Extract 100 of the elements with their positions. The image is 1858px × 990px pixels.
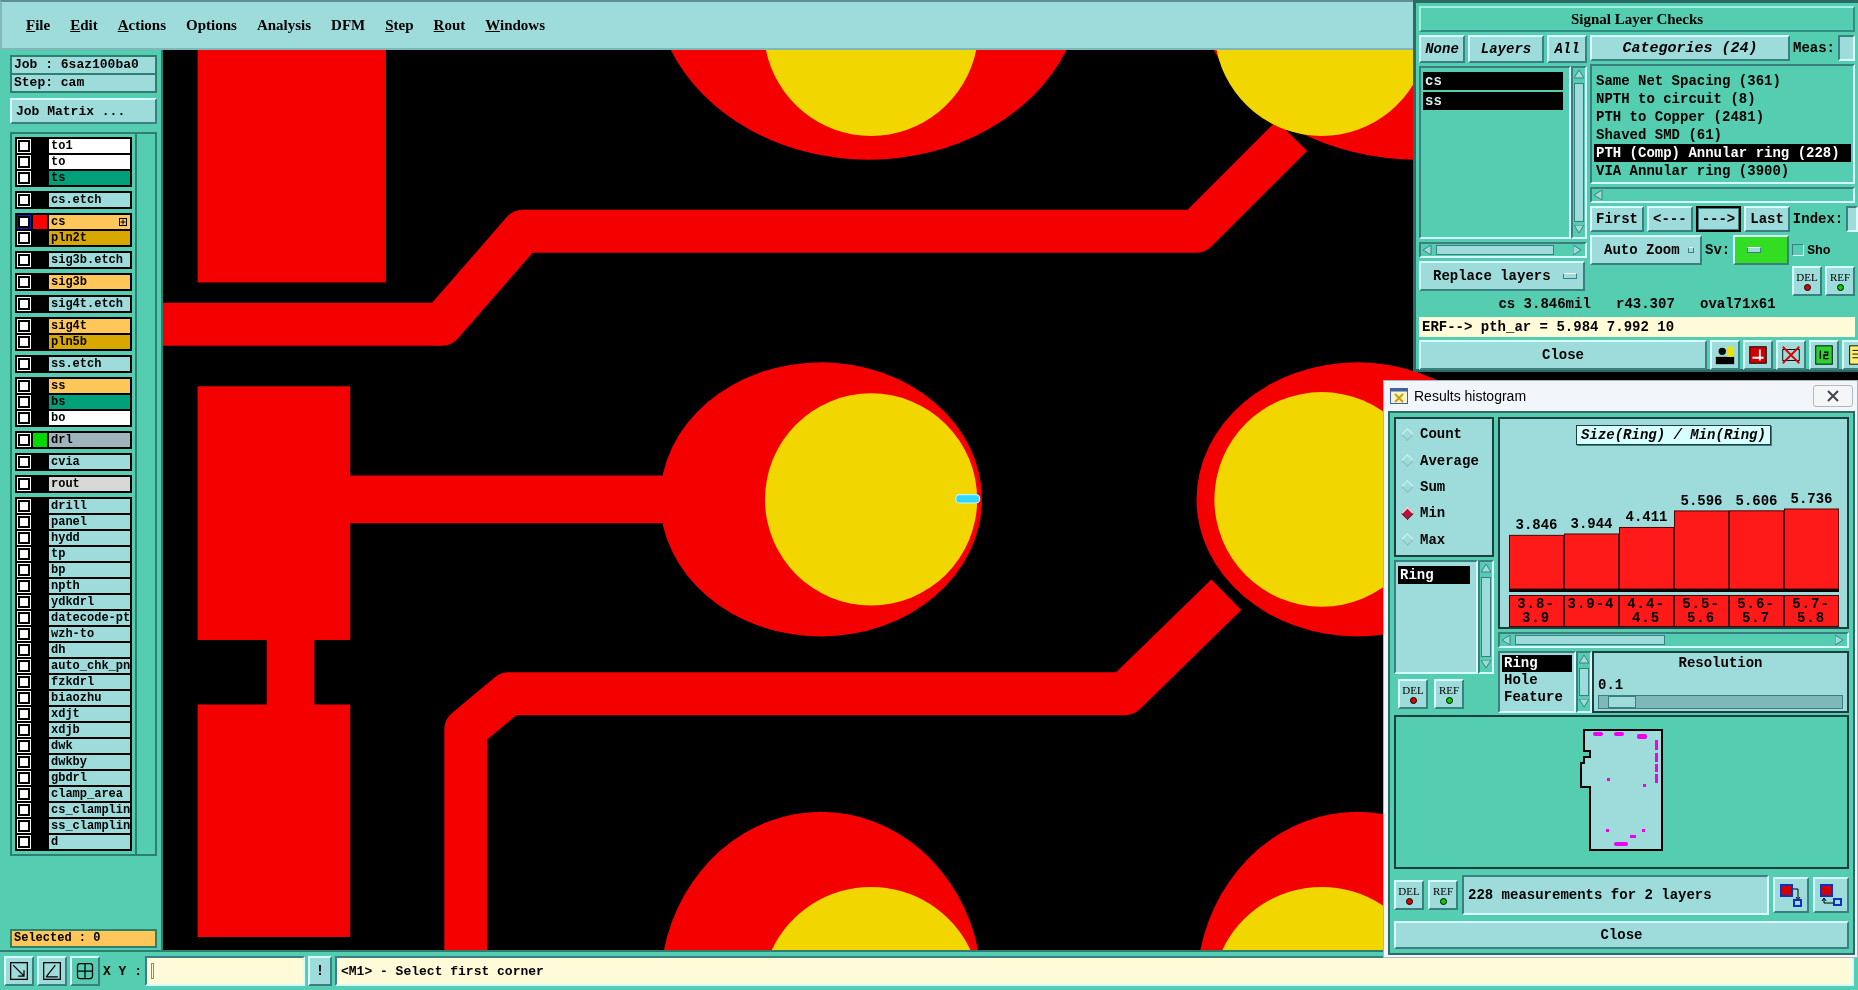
category-item[interactable]: PTH to Copper (2481) — [1594, 108, 1851, 126]
category-item[interactable]: Shaved SMD (61) — [1594, 126, 1851, 144]
layer-name[interactable]: to — [49, 155, 131, 169]
layer-name[interactable]: hydd — [49, 531, 131, 545]
layer-checkbox[interactable] — [18, 788, 30, 800]
layers-header[interactable]: Layers — [1468, 35, 1544, 63]
scroll-arrow-icon[interactable] — [1579, 699, 1589, 709]
layer-checkbox[interactable] — [18, 320, 30, 332]
layer-checkbox[interactable] — [18, 358, 30, 370]
menu-item[interactable]: Edit — [60, 14, 108, 36]
layer-name[interactable]: ss.etch — [49, 357, 131, 371]
layer-checkbox[interactable] — [18, 612, 30, 624]
layer-checkbox[interactable] — [18, 500, 30, 512]
close-button[interactable] — [1813, 385, 1853, 407]
layer-checkbox[interactable] — [18, 396, 30, 408]
radio-indicator[interactable] — [1401, 480, 1414, 494]
menu-item[interactable]: Windows — [475, 14, 556, 36]
scroll-arrow-icon[interactable] — [1574, 70, 1584, 80]
layer-checkbox[interactable] — [18, 194, 30, 206]
layer-name[interactable]: sig3b.etch — [49, 253, 131, 267]
layer-name[interactable]: tp — [49, 547, 131, 561]
group-by-item[interactable]: Feature — [1502, 689, 1572, 706]
layer-checkbox[interactable] — [18, 216, 30, 228]
export-button[interactable] — [1773, 877, 1809, 913]
grid-button[interactable] — [70, 956, 100, 986]
toolbar-button[interactable] — [1710, 340, 1740, 370]
radio-indicator[interactable] — [1401, 454, 1414, 467]
layer-name[interactable]: dh — [49, 643, 131, 657]
mode-radio[interactable]: Min — [1400, 505, 1488, 522]
layer-checkbox[interactable] — [18, 580, 30, 592]
close-button[interactable]: Close — [1419, 340, 1707, 370]
layer-name[interactable]: fzkdrl — [49, 675, 131, 689]
zoom-mode-dropdown[interactable]: Auto Zoom — [1590, 235, 1702, 265]
layer-name[interactable]: drill — [49, 499, 131, 513]
select-button[interactable]: All — [1547, 35, 1587, 63]
layer-name[interactable]: rout — [49, 477, 131, 491]
layer-checkbox[interactable] — [18, 172, 30, 184]
mode-radio[interactable]: Sum — [1400, 478, 1488, 495]
layer-checkbox[interactable] — [18, 660, 30, 672]
layer-name[interactable]: clamp_area — [49, 787, 131, 801]
layer-name[interactable]: sig3b — [49, 275, 131, 289]
close-button[interactable]: Close — [1394, 921, 1849, 949]
alert-button[interactable]: ! — [308, 956, 332, 986]
menu-item[interactable]: Actions — [107, 14, 177, 36]
layer-name[interactable]: auto_chk_pn — [49, 659, 131, 673]
show-checkbox[interactable] — [1792, 244, 1805, 256]
field-item[interactable]: Ring — [1398, 566, 1470, 584]
scroll-arrow-icon[interactable] — [1579, 655, 1589, 665]
layer-checkbox[interactable] — [18, 708, 30, 720]
mode-radio[interactable]: Average — [1400, 452, 1488, 469]
layer-checkbox[interactable] — [18, 692, 30, 704]
layer-checkbox[interactable] — [18, 676, 30, 688]
menu-item[interactable]: Step — [375, 14, 424, 36]
layer-name[interactable]: bp — [49, 563, 131, 577]
categories-button[interactable]: Categories (24) — [1590, 35, 1790, 61]
category-item[interactable]: VIA Annular ring (3900) — [1594, 162, 1851, 180]
layer-name[interactable]: sig4t — [49, 319, 131, 333]
layer-name[interactable]: dwkby — [49, 755, 131, 769]
layer-name[interactable]: d — [49, 835, 131, 849]
layer-checkbox[interactable] — [18, 836, 30, 848]
horizontal-scrollbar[interactable] — [1419, 242, 1587, 258]
mode-radio[interactable]: Count — [1400, 426, 1488, 443]
menu-item[interactable]: Rout — [423, 14, 476, 36]
nav-button[interactable]: ---> — [1695, 206, 1742, 232]
layer-name[interactable]: bo — [49, 411, 131, 425]
scroll-arrow-icon[interactable] — [1481, 660, 1491, 670]
mode-radio[interactable]: Max — [1400, 531, 1488, 548]
layer-checkbox[interactable] — [18, 254, 30, 266]
measure-button[interactable] — [37, 956, 67, 986]
layer-name[interactable]: to1 — [49, 139, 131, 153]
scroll-arrow-icon[interactable] — [1594, 190, 1604, 200]
layer-name[interactable]: xdjt — [49, 707, 131, 721]
layer-name[interactable]: cs — [49, 215, 131, 229]
scroll-arrow-icon[interactable] — [1502, 635, 1512, 645]
layer-name[interactable]: cs_clamplin — [49, 803, 131, 817]
layer-checkbox[interactable] — [18, 596, 30, 608]
select-button[interactable]: None — [1419, 35, 1465, 63]
scroll-thumb[interactable] — [1515, 635, 1665, 645]
xy-input-field[interactable] — [145, 956, 305, 986]
vertical-scrollbar[interactable] — [1478, 560, 1494, 674]
layer-checkbox[interactable] — [18, 232, 30, 244]
layer-checkbox[interactable] — [18, 820, 30, 832]
refresh-button[interactable]: REF — [1428, 880, 1458, 910]
layer-checkbox[interactable] — [18, 548, 30, 560]
layer-checkbox[interactable] — [18, 644, 30, 656]
layer-checkbox[interactable] — [18, 516, 30, 528]
vertical-scrollbar[interactable] — [1576, 651, 1592, 713]
layer-name[interactable]: pln5b — [49, 335, 131, 349]
resolution-slider[interactable] — [1598, 695, 1843, 709]
layer-name[interactable]: cvia — [49, 455, 131, 469]
scroll-arrow-icon[interactable] — [1835, 635, 1845, 645]
layer-name[interactable]: drl — [49, 433, 131, 447]
layer-checkbox[interactable] — [18, 434, 30, 446]
index-field[interactable] — [1846, 206, 1858, 232]
layer-list-item[interactable]: cs — [1423, 72, 1563, 90]
import-button[interactable] — [1813, 877, 1849, 913]
sv-dropdown[interactable] — [1733, 235, 1790, 265]
layer-checkbox[interactable] — [18, 564, 30, 576]
layer-name[interactable]: dwk — [49, 739, 131, 753]
layer-name[interactable]: cs.etch — [49, 193, 131, 207]
